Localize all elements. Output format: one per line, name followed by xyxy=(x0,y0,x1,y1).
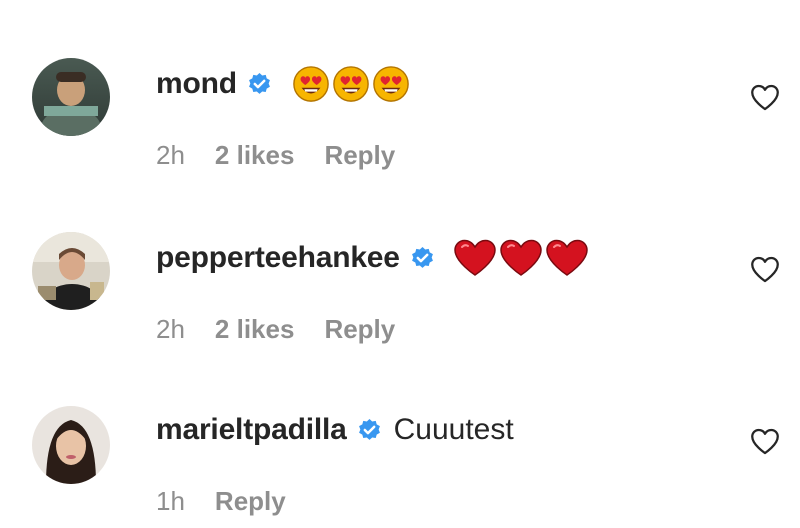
reply-button[interactable]: Reply xyxy=(215,486,286,517)
likes-count[interactable]: 2 likes xyxy=(215,314,295,345)
verified-badge-icon xyxy=(410,246,435,271)
reply-button[interactable]: Reply xyxy=(324,314,395,345)
avatar[interactable] xyxy=(32,232,110,310)
comment-meta: 2h 2 likes Reply xyxy=(156,312,395,346)
username[interactable]: pepperteehankee xyxy=(156,241,400,275)
comment-emojis xyxy=(453,239,589,277)
verified-badge-icon xyxy=(357,418,382,443)
avatar[interactable] xyxy=(32,406,110,484)
comment-meta: 1h Reply xyxy=(156,484,286,518)
red-heart-icon xyxy=(499,239,543,277)
comment-header: marieltpadilla Cuuutest xyxy=(156,410,514,450)
like-heart-icon[interactable] xyxy=(748,424,782,458)
red-heart-icon xyxy=(453,239,497,277)
red-heart-icon xyxy=(545,239,589,277)
like-heart-icon[interactable] xyxy=(748,252,782,286)
comment-text: Cuuutest xyxy=(393,413,514,446)
comment-time: 2h xyxy=(156,313,185,344)
comment-time: 1h xyxy=(156,485,185,516)
username[interactable]: marieltpadilla xyxy=(156,413,347,447)
comment-item: marieltpadilla Cuuutest 1h Reply xyxy=(0,0,800,516)
comment-header: pepperteehankee xyxy=(156,238,589,278)
